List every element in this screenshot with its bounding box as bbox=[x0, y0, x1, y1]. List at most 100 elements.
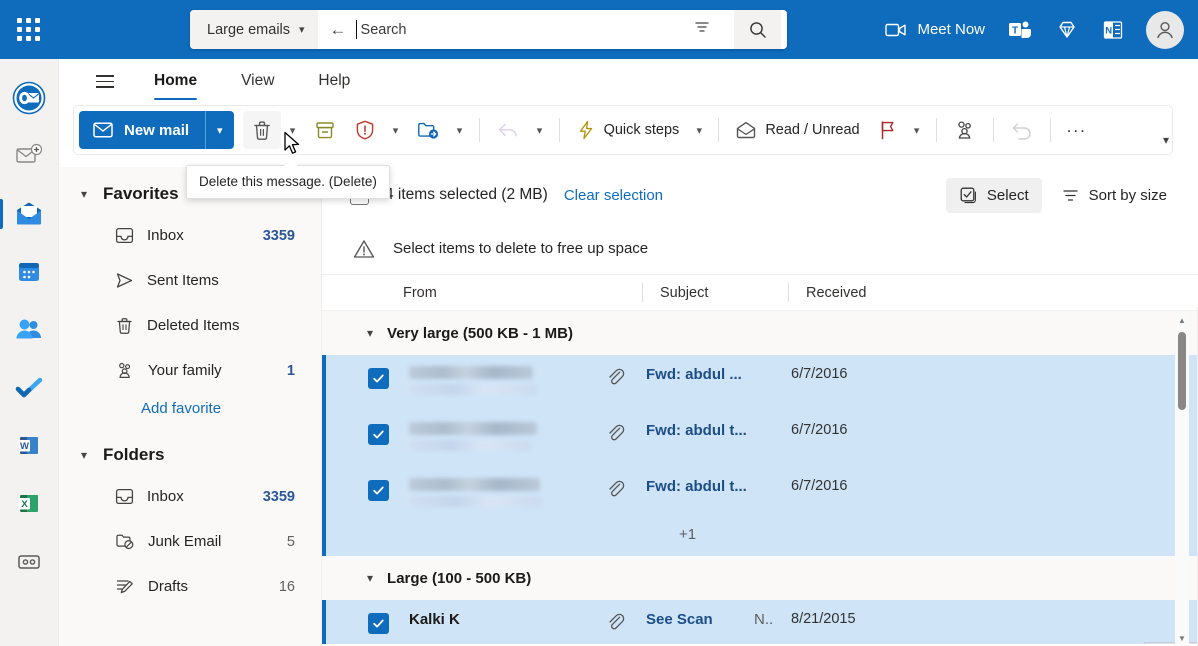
column-received[interactable]: Received bbox=[789, 285, 866, 301]
share-to-teams-button[interactable] bbox=[945, 111, 985, 149]
sidebar-item-folders-drafts[interactable]: Drafts 16 bbox=[67, 564, 313, 609]
group-title: Very large (500 KB - 1 MB) bbox=[387, 324, 573, 342]
tab-view-label: View bbox=[241, 72, 275, 89]
back-arrow-icon[interactable]: ← bbox=[330, 21, 347, 38]
scroll-up-arrow[interactable]: ▲ bbox=[1178, 313, 1186, 328]
table-row[interactable]: Fwd: abdul t... 6/7/2016 bbox=[322, 411, 1198, 467]
chevron-down-icon: ▾ bbox=[367, 571, 374, 585]
sidebar-item-folders-junk[interactable]: Junk Email 5 bbox=[67, 519, 313, 564]
row-checkbox[interactable] bbox=[368, 613, 389, 634]
flag-button[interactable] bbox=[869, 111, 905, 149]
sidebar-item-people[interactable] bbox=[0, 301, 59, 359]
flag-dropdown-chevron[interactable]: ▾ bbox=[906, 111, 928, 149]
sidebar-label: Inbox bbox=[147, 227, 184, 244]
paperclip-icon bbox=[608, 480, 624, 497]
reply-button[interactable] bbox=[488, 111, 528, 149]
toolbar-divider bbox=[478, 118, 480, 142]
ribbon-collapse-chevron[interactable]: ▾ bbox=[1153, 127, 1179, 153]
received-date: 6/7/2016 bbox=[791, 366, 848, 382]
quick-steps-dropdown-chevron[interactable]: ▾ bbox=[688, 111, 710, 149]
sidebar-item-favorites-deleted[interactable]: Deleted Items bbox=[67, 303, 313, 348]
sort-label: Sort by size bbox=[1088, 186, 1167, 204]
sidebar-item-calendar[interactable] bbox=[0, 243, 59, 301]
sidebar-item-favorites-your-family[interactable]: Your family 1 bbox=[67, 348, 313, 393]
add-favorite-link[interactable]: Add favorite bbox=[59, 393, 321, 424]
read-unread-button[interactable]: Read / Unread bbox=[727, 111, 867, 149]
sidebar-item-more-apps[interactable] bbox=[0, 533, 59, 591]
quick-steps-button[interactable]: Quick steps bbox=[568, 111, 688, 149]
scrollbar-track[interactable] bbox=[1175, 328, 1189, 631]
svg-text:T: T bbox=[1012, 25, 1018, 36]
sidebar-count: 16 bbox=[278, 578, 295, 595]
check-icon bbox=[373, 430, 384, 439]
search-bar[interactable]: Large emails ▾ ← Search bbox=[190, 10, 787, 49]
account-avatar[interactable] bbox=[1146, 10, 1184, 49]
search-scope-dropdown[interactable]: Large emails ▾ bbox=[190, 10, 318, 49]
search-filter-icon[interactable] bbox=[679, 18, 725, 41]
sidebar-item-mail[interactable] bbox=[0, 185, 59, 243]
delete-button[interactable] bbox=[242, 111, 281, 149]
sidebar-item-favorites-inbox[interactable]: Inbox 3359 bbox=[67, 213, 313, 258]
archive-button[interactable] bbox=[305, 111, 345, 149]
tab-home[interactable]: Home bbox=[138, 63, 213, 100]
sidebar-item-excel[interactable]: X bbox=[0, 475, 59, 533]
row-checkbox[interactable] bbox=[368, 368, 389, 389]
inbox-icon bbox=[115, 227, 134, 244]
undo-button[interactable] bbox=[1002, 111, 1042, 149]
tab-help[interactable]: Help bbox=[302, 63, 366, 100]
column-subject[interactable]: Subject bbox=[643, 285, 788, 301]
table-row[interactable]: Fwd: abdul ... 6/7/2016 bbox=[322, 355, 1198, 411]
new-mail-dropdown-chevron[interactable]: ▾ bbox=[206, 111, 234, 149]
group-header-large[interactable]: ▾ Large (100 - 500 KB) bbox=[322, 556, 1198, 600]
folders-header[interactable]: ▾ Folders bbox=[59, 436, 321, 474]
report-junk-button[interactable] bbox=[346, 111, 384, 149]
menu-hamburger-icon[interactable] bbox=[84, 67, 126, 96]
scrollbar-thumb[interactable] bbox=[1178, 332, 1186, 410]
sort-button[interactable]: Sort by size bbox=[1048, 178, 1180, 213]
more-options-button[interactable]: ... bbox=[1059, 111, 1095, 149]
list-scrollbar[interactable]: ▲ ▼ bbox=[1175, 313, 1189, 646]
app-launcher-icon[interactable] bbox=[0, 0, 56, 59]
search-submit-icon[interactable] bbox=[734, 10, 781, 49]
group-header-very-large[interactable]: ▾ Very large (500 KB - 1 MB) bbox=[322, 311, 1198, 355]
sidebar-item-favorites-sent[interactable]: Sent Items bbox=[67, 258, 313, 303]
table-row[interactable]: Kalki K See Scan N.. 8/21/2015 bbox=[322, 600, 1198, 644]
select-mode-button[interactable]: Select bbox=[945, 177, 1042, 213]
blurred-line bbox=[409, 496, 542, 507]
sidebar-label: Sent Items bbox=[147, 272, 219, 289]
sidebar-item-to-do[interactable] bbox=[0, 359, 59, 417]
excel-icon: X bbox=[19, 495, 38, 512]
scroll-down-arrow[interactable]: ▼ bbox=[1178, 631, 1186, 646]
sidebar-item-outlook-logo[interactable] bbox=[0, 69, 59, 127]
inbox-icon bbox=[115, 488, 134, 505]
ribbon-tabs: Home View Help bbox=[59, 59, 1198, 104]
toolbar-divider bbox=[1049, 118, 1051, 142]
table-row[interactable]: Fwd: abdul t... 6/7/2016 bbox=[322, 467, 1198, 523]
report-dropdown-chevron[interactable]: ▾ bbox=[385, 111, 407, 149]
blurred-line bbox=[409, 384, 537, 395]
move-to-button[interactable] bbox=[408, 111, 448, 149]
meet-now-button[interactable]: Meet Now bbox=[874, 0, 996, 59]
teams-icon[interactable]: T bbox=[996, 0, 1044, 59]
delete-dropdown-chevron[interactable]: ▾ bbox=[282, 111, 304, 149]
new-mail-button[interactable]: New mail ▾ bbox=[79, 111, 234, 149]
onenote-icon[interactable]: N bbox=[1090, 0, 1136, 59]
sidebar-item-folders-inbox[interactable]: Inbox 3359 bbox=[67, 474, 313, 519]
column-from[interactable]: From bbox=[322, 285, 642, 301]
more-items-indicator[interactable]: +1 bbox=[322, 523, 1198, 556]
clear-selection-link[interactable]: Clear selection bbox=[564, 187, 663, 204]
row-checkbox[interactable] bbox=[368, 480, 389, 501]
search-input[interactable]: ← Search bbox=[317, 10, 787, 49]
banner-text: Select items to delete to free up space bbox=[393, 240, 649, 257]
tab-view[interactable]: View bbox=[225, 63, 290, 100]
sidebar-item-word[interactable]: W bbox=[0, 417, 59, 475]
diamond-icon[interactable] bbox=[1044, 0, 1090, 59]
mail-icon bbox=[17, 202, 41, 225]
subject-text: Fwd: abdul t... bbox=[646, 478, 747, 495]
move-to-dropdown-chevron[interactable]: ▾ bbox=[449, 111, 471, 149]
new-mail-main[interactable]: New mail bbox=[79, 111, 207, 149]
reply-dropdown-chevron[interactable]: ▾ bbox=[529, 111, 551, 149]
sidebar-item-new-mail[interactable] bbox=[0, 127, 59, 185]
row-checkbox[interactable] bbox=[368, 424, 389, 445]
folders-title: Folders bbox=[103, 445, 165, 464]
